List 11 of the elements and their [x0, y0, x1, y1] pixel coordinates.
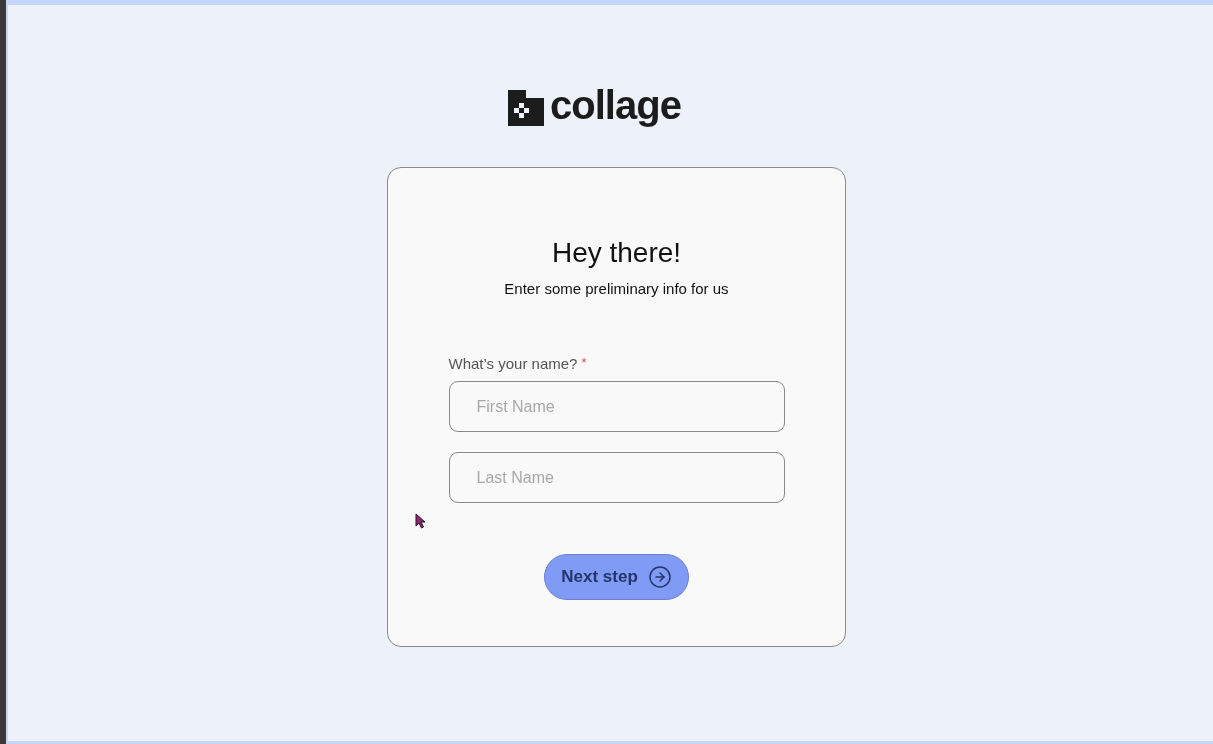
card-subtitle: Enter some preliminary info for us — [504, 279, 729, 299]
next-step-button[interactable]: Next step — [544, 554, 689, 600]
logo-icon — [508, 90, 545, 126]
required-asterisk: * — [581, 353, 587, 372]
field-label: What’s your name? — [448, 353, 578, 374]
card-title: Hey there! — [551, 236, 682, 270]
name-field[interactable]: Last Name — [448, 452, 785, 503]
arrow-right-icon — [647, 565, 672, 589]
name-field[interactable]: First Name — [448, 381, 785, 432]
mouse-cursor-icon — [415, 513, 426, 529]
logo-text: collage — [550, 85, 681, 129]
